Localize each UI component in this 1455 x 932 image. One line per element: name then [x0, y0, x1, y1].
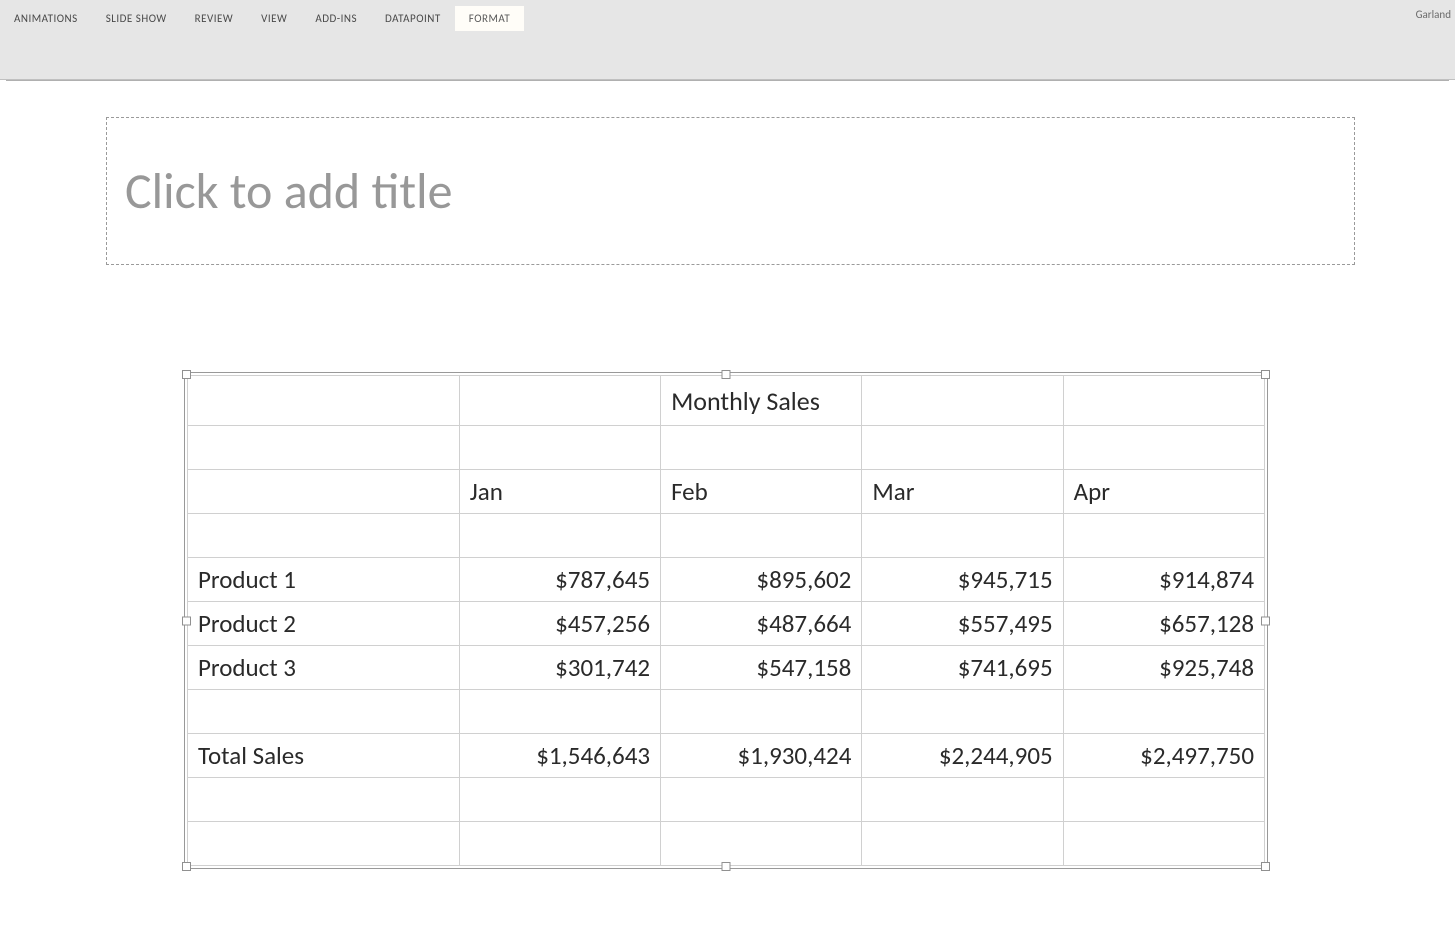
- cell-table-title[interactable]: Monthly Sales: [661, 376, 862, 426]
- cell-total-value[interactable]: $2,244,905: [862, 734, 1063, 778]
- cell-product-label[interactable]: Product 3: [188, 646, 460, 690]
- cell-value[interactable]: $487,664: [661, 602, 862, 646]
- resize-handle-top-left[interactable]: [182, 370, 191, 379]
- ribbon-tabs: ANIMATIONS SLIDE SHOW REVIEW VIEW ADD-IN…: [0, 0, 1455, 80]
- cell-empty[interactable]: [661, 514, 862, 558]
- cell-empty[interactable]: [661, 426, 862, 470]
- cell-product-label[interactable]: Product 1: [188, 558, 460, 602]
- cell-empty[interactable]: [1063, 376, 1264, 426]
- cell-value[interactable]: $457,256: [459, 602, 660, 646]
- cell-product-label[interactable]: Product 2: [188, 602, 460, 646]
- cell-empty[interactable]: [459, 690, 660, 734]
- table-row[interactable]: [188, 778, 1265, 822]
- cell-month-apr[interactable]: Apr: [1063, 470, 1264, 514]
- tab-add-ins[interactable]: ADD-INS: [301, 6, 371, 31]
- cell-month-mar[interactable]: Mar: [862, 470, 1063, 514]
- resize-handle-middle-right[interactable]: [1261, 616, 1270, 625]
- table-row[interactable]: Monthly Sales: [188, 376, 1265, 426]
- tab-animations[interactable]: ANIMATIONS: [0, 6, 92, 31]
- cell-value[interactable]: $895,602: [661, 558, 862, 602]
- resize-handle-bottom-left[interactable]: [182, 862, 191, 871]
- tab-view[interactable]: VIEW: [247, 6, 301, 31]
- cell-value[interactable]: $301,742: [459, 646, 660, 690]
- cell-month-jan[interactable]: Jan: [459, 470, 660, 514]
- tab-format[interactable]: FORMAT: [455, 6, 524, 31]
- sales-table[interactable]: Monthly Sales Jan Feb Mar Apr: [187, 375, 1265, 866]
- slide-canvas: Click to add title: [6, 80, 1449, 932]
- cell-empty[interactable]: [661, 690, 862, 734]
- table-row[interactable]: Jan Feb Mar Apr: [188, 470, 1265, 514]
- tab-datapoint[interactable]: DATAPOINT: [371, 6, 455, 31]
- table-row[interactable]: [188, 822, 1265, 866]
- table-row[interactable]: Total Sales $1,546,643 $1,930,424 $2,244…: [188, 734, 1265, 778]
- cell-empty[interactable]: [1063, 514, 1264, 558]
- cell-value[interactable]: $945,715: [862, 558, 1063, 602]
- table-row[interactable]: [188, 690, 1265, 734]
- table-row[interactable]: Product 1 $787,645 $895,602 $945,715 $91…: [188, 558, 1265, 602]
- cell-empty[interactable]: [862, 426, 1063, 470]
- cell-empty[interactable]: [188, 426, 460, 470]
- cell-total-value[interactable]: $1,930,424: [661, 734, 862, 778]
- cell-total-label[interactable]: Total Sales: [188, 734, 460, 778]
- cell-value[interactable]: $657,128: [1063, 602, 1264, 646]
- cell-empty[interactable]: [188, 690, 460, 734]
- tab-review[interactable]: REVIEW: [181, 6, 248, 31]
- cell-empty[interactable]: [188, 778, 460, 822]
- cell-empty[interactable]: [862, 690, 1063, 734]
- cell-empty[interactable]: [1063, 690, 1264, 734]
- table-object[interactable]: Monthly Sales Jan Feb Mar Apr: [187, 375, 1265, 866]
- cell-empty[interactable]: [459, 514, 660, 558]
- cell-value[interactable]: $741,695: [862, 646, 1063, 690]
- resize-handle-top-right[interactable]: [1261, 370, 1270, 379]
- cell-empty[interactable]: [459, 426, 660, 470]
- cell-empty[interactable]: [459, 778, 660, 822]
- cell-empty[interactable]: [1063, 426, 1264, 470]
- cell-empty[interactable]: [862, 778, 1063, 822]
- cell-empty[interactable]: [188, 376, 460, 426]
- cell-empty[interactable]: [661, 822, 862, 866]
- cell-value[interactable]: $925,748: [1063, 646, 1264, 690]
- resize-handle-bottom-middle[interactable]: [722, 862, 731, 871]
- cell-total-value[interactable]: $1,546,643: [459, 734, 660, 778]
- cell-empty[interactable]: [459, 822, 660, 866]
- table-row[interactable]: [188, 514, 1265, 558]
- cell-month-feb[interactable]: Feb: [661, 470, 862, 514]
- slide-area: Click to add title: [0, 80, 1455, 932]
- resize-handle-middle-left[interactable]: [182, 616, 191, 625]
- cell-value[interactable]: $557,495: [862, 602, 1063, 646]
- cell-empty[interactable]: [862, 822, 1063, 866]
- cell-value[interactable]: $547,158: [661, 646, 862, 690]
- table-row[interactable]: [188, 426, 1265, 470]
- cell-empty[interactable]: [188, 514, 460, 558]
- cell-empty[interactable]: [862, 376, 1063, 426]
- title-placeholder[interactable]: Click to add title: [106, 117, 1355, 265]
- cell-value[interactable]: $914,874: [1063, 558, 1264, 602]
- cell-empty[interactable]: [862, 514, 1063, 558]
- cell-value[interactable]: $787,645: [459, 558, 660, 602]
- cell-empty[interactable]: [459, 376, 660, 426]
- table-row[interactable]: Product 3 $301,742 $547,158 $741,695 $92…: [188, 646, 1265, 690]
- tab-slide-show[interactable]: SLIDE SHOW: [92, 6, 181, 31]
- cell-empty[interactable]: [188, 470, 460, 514]
- title-placeholder-text: Click to add title: [125, 161, 452, 222]
- user-name-label: Garland: [1416, 8, 1451, 21]
- resize-handle-top-middle[interactable]: [722, 370, 731, 379]
- resize-handle-bottom-right[interactable]: [1261, 862, 1270, 871]
- table-row[interactable]: Product 2 $457,256 $487,664 $557,495 $65…: [188, 602, 1265, 646]
- cell-empty[interactable]: [188, 822, 460, 866]
- cell-empty[interactable]: [1063, 822, 1264, 866]
- cell-total-value[interactable]: $2,497,750: [1063, 734, 1264, 778]
- cell-empty[interactable]: [1063, 778, 1264, 822]
- cell-empty[interactable]: [661, 778, 862, 822]
